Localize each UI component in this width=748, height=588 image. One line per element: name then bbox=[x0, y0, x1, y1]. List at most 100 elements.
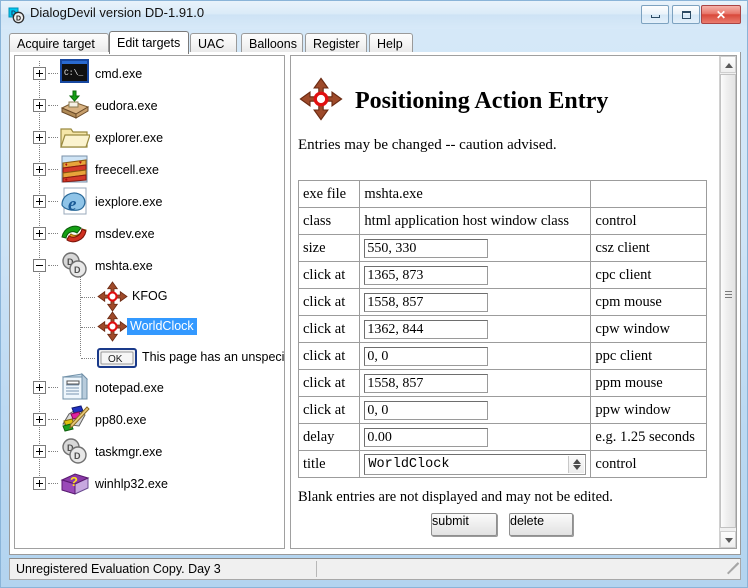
tree-item-mshta[interactable]: D D mshta.exe bbox=[15, 250, 285, 282]
tree-item-taskmgr[interactable]: D D taskmgr.exe bbox=[15, 436, 285, 468]
tab-label: Acquire target bbox=[17, 37, 95, 51]
minimize-button[interactable] bbox=[641, 5, 669, 24]
status-secondary bbox=[320, 560, 738, 578]
svg-text:e: e bbox=[68, 194, 77, 215]
resize-grip-icon[interactable] bbox=[724, 564, 738, 578]
expander-plus-icon[interactable] bbox=[33, 163, 46, 176]
scrollbar-thumb[interactable] bbox=[720, 74, 736, 528]
action-entry-panel: Positioning Action Entry Entries may be … bbox=[290, 55, 737, 549]
expander-plus-icon[interactable] bbox=[33, 445, 46, 458]
spinner-down-icon[interactable] bbox=[573, 465, 581, 470]
row-note: cpc client bbox=[591, 262, 707, 289]
tree-item-eudora[interactable]: eudora.exe bbox=[15, 90, 285, 122]
spinner-up-icon[interactable] bbox=[573, 459, 581, 464]
tree-item-winhlp32[interactable]: ? winhlp32.exe bbox=[15, 468, 285, 500]
tree-item-label: KFOG bbox=[132, 289, 167, 304]
delete-button[interactable]: delete bbox=[509, 513, 573, 536]
content-scrollbar[interactable] bbox=[719, 56, 736, 548]
size-input[interactable]: 550, 330 bbox=[364, 239, 488, 258]
row-label: delay bbox=[299, 424, 360, 451]
dialogdevil-icon: D D bbox=[59, 436, 90, 467]
svg-text:♥: ♥ bbox=[79, 160, 82, 166]
row-value: html application host window class bbox=[360, 208, 591, 235]
tree-item-worldclock[interactable]: WorldClock bbox=[15, 310, 285, 342]
title-input[interactable]: WorldClock bbox=[368, 457, 449, 472]
tree-item-msdev[interactable]: msdev.exe bbox=[15, 218, 285, 250]
tree-item-iexplore[interactable]: e iexplore.exe bbox=[15, 186, 285, 218]
title-combo[interactable]: WorldClock bbox=[364, 454, 586, 475]
tab-uac[interactable]: UAC bbox=[190, 33, 237, 53]
tab-register[interactable]: Register bbox=[305, 33, 367, 53]
scroll-up-button[interactable] bbox=[720, 56, 736, 73]
click-at-cpm-input[interactable]: 1558, 857 bbox=[364, 293, 488, 312]
expander-plus-icon[interactable] bbox=[33, 413, 46, 426]
tab-balloons[interactable]: Balloons bbox=[241, 33, 303, 53]
delay-input[interactable]: 0.00 bbox=[364, 428, 488, 447]
expander-plus-icon[interactable] bbox=[33, 131, 46, 144]
row-note: ppc client bbox=[591, 343, 707, 370]
client-area: C:\_ cmd.exe eudora.exe bbox=[9, 52, 741, 555]
close-button[interactable]: ✕ bbox=[701, 5, 741, 24]
title-spinner[interactable] bbox=[568, 456, 584, 473]
expander-plus-icon[interactable] bbox=[33, 227, 46, 240]
folder-icon bbox=[59, 122, 90, 153]
tree-connector bbox=[48, 169, 58, 170]
chevron-down-icon bbox=[725, 538, 733, 543]
tree-item-label-selected: WorldClock bbox=[127, 318, 197, 335]
scroll-down-button[interactable] bbox=[720, 531, 736, 548]
status-bar: Unregistered Evaluation Copy. Day 3 bbox=[9, 558, 741, 580]
tree-item-kfog[interactable]: KFOG bbox=[15, 280, 285, 312]
table-row: click at 1558, 857 cpm mouse bbox=[299, 289, 707, 316]
row-note: ppm mouse bbox=[591, 370, 707, 397]
row-note: cpw window bbox=[591, 316, 707, 343]
expander-plus-icon[interactable] bbox=[33, 99, 46, 112]
expander-plus-icon[interactable] bbox=[33, 477, 46, 490]
tree-item-ok-dialog[interactable]: OK This page has an unspecifie… bbox=[15, 343, 285, 375]
panel-footnote: Blank entries are not displayed and may … bbox=[298, 489, 613, 506]
click-at-ppw-input[interactable]: 0, 0 bbox=[364, 401, 488, 420]
row-label: class bbox=[299, 208, 360, 235]
expander-minus-icon[interactable] bbox=[33, 259, 46, 272]
tree-connector bbox=[48, 137, 58, 138]
tab-acquire-target[interactable]: Acquire target bbox=[9, 33, 109, 53]
tree-item-pp80[interactable]: pp80.exe bbox=[15, 404, 285, 436]
tree-item-label: pp80.exe bbox=[95, 413, 146, 428]
expander-plus-icon[interactable] bbox=[33, 195, 46, 208]
expander-plus-icon[interactable] bbox=[33, 67, 46, 80]
tab-help[interactable]: Help bbox=[369, 33, 413, 53]
tab-bar: Acquire target Edit targets UAC Balloons… bbox=[9, 31, 741, 53]
panel-header: Positioning Action Entry bbox=[299, 76, 608, 126]
svg-text:OK: OK bbox=[108, 354, 123, 365]
maximize-button[interactable] bbox=[672, 5, 700, 24]
click-at-cpw-input[interactable]: 1362, 844 bbox=[364, 320, 488, 339]
tree-item-freecell[interactable]: ♦ ♥ ♠ freecell.exe bbox=[15, 154, 285, 186]
chevron-up-icon bbox=[725, 63, 733, 68]
row-note: e.g. 1.25 seconds bbox=[591, 424, 707, 451]
tree-item-label: taskmgr.exe bbox=[95, 445, 162, 460]
target-tree[interactable]: C:\_ cmd.exe eudora.exe bbox=[14, 55, 285, 549]
row-note: control bbox=[591, 208, 707, 235]
tab-label: UAC bbox=[198, 37, 224, 51]
tree-item-explorer[interactable]: explorer.exe bbox=[15, 122, 285, 154]
click-at-ppm-input[interactable]: 1558, 857 bbox=[364, 374, 488, 393]
tab-label: Help bbox=[377, 37, 403, 51]
svg-text:♦: ♦ bbox=[65, 162, 68, 168]
action-entry-content: Positioning Action Entry Entries may be … bbox=[291, 56, 719, 548]
tree-connector bbox=[48, 483, 58, 484]
tree-item-cmd[interactable]: C:\_ cmd.exe bbox=[15, 58, 285, 90]
expander-plus-icon[interactable] bbox=[33, 381, 46, 394]
tree-item-notepad[interactable]: notepad.exe bbox=[15, 372, 285, 404]
msdev-icon bbox=[59, 218, 90, 249]
table-row: click at 0, 0 ppw window bbox=[299, 397, 707, 424]
svg-text:D: D bbox=[16, 15, 21, 22]
row-label: title bbox=[299, 451, 360, 478]
submit-button[interactable]: submit bbox=[431, 513, 497, 536]
tab-label: Balloons bbox=[249, 37, 297, 51]
application-window: D D DialogDevil version DD-1.91.0 ✕ Acqu… bbox=[0, 0, 748, 588]
click-at-cpc-input[interactable]: 1365, 873 bbox=[364, 266, 488, 285]
row-note: control bbox=[591, 451, 707, 478]
click-at-ppc-input[interactable]: 0, 0 bbox=[364, 347, 488, 366]
tab-edit-targets[interactable]: Edit targets bbox=[109, 31, 189, 54]
tree-connector bbox=[81, 358, 95, 359]
svg-text:C:\_: C:\_ bbox=[64, 69, 83, 78]
